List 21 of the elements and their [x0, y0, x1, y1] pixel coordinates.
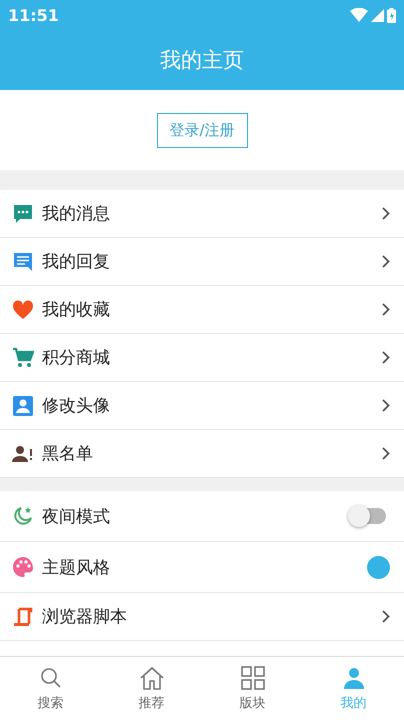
menu-label: 我的消息 [42, 203, 111, 225]
menu-item[interactable]: 我的收藏 [0, 286, 404, 334]
menu-label: 我的收藏 [42, 299, 111, 321]
menu-item[interactable]: 夜间模式 [0, 491, 404, 542]
nav-tab[interactable]: 推荐 [101, 657, 202, 720]
menu-item[interactable]: 我的回复 [0, 238, 404, 286]
menu-label: 夜间模式 [42, 506, 111, 528]
menu-label: 修改头像 [42, 395, 111, 417]
page-title: 我的主页 [160, 47, 244, 74]
menu-label: 浏览器脚本 [42, 606, 128, 628]
menu-label: 我的回复 [42, 251, 111, 273]
menu-label: 黑名单 [42, 443, 94, 465]
menu-item[interactable]: 我的消息 [0, 190, 404, 238]
menu-label: 积分商城 [42, 347, 111, 369]
nav-tab[interactable]: 版块 [202, 657, 303, 720]
menu-label: 主题风格 [42, 556, 111, 578]
menu-item[interactable]: 主题风格 [0, 542, 404, 593]
nav-tab[interactable]: 搜索 [0, 657, 101, 720]
status-time: 11:51 [8, 6, 59, 24]
menu-item[interactable]: 修改头像 [0, 382, 404, 430]
menu-item[interactable]: 积分商城 [0, 334, 404, 382]
